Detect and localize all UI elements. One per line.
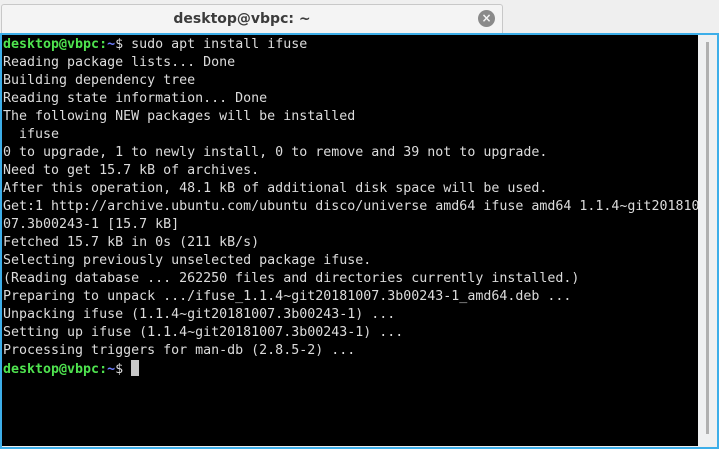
- prompt-user-host: desktop@vbpc: [3, 362, 100, 377]
- scrollbar-thumb[interactable]: [706, 42, 709, 434]
- output-line: The following NEW packages will be insta…: [3, 109, 356, 124]
- active-prompt[interactable]: desktop@vbpc:~$: [3, 360, 698, 378]
- terminal-output[interactable]: desktop@vbpc:~$ sudo apt install ifuse R…: [2, 35, 700, 446]
- command-line: desktop@vbpc:~$ sudo apt install ifuse: [3, 36, 698, 54]
- prompt-path: ~: [107, 362, 116, 377]
- prompt-user-host: desktop@vbpc: [3, 37, 100, 52]
- output-line: ifuse: [3, 127, 60, 142]
- command-text: sudo apt install ifuse: [123, 37, 308, 52]
- tab-bar: desktop@vbpc: ~ ×: [0, 0, 719, 34]
- output-line: Selecting previously unselected package …: [3, 253, 372, 268]
- output-line: Preparing to unpack .../ifuse_1.1.4~git2…: [3, 289, 572, 304]
- prompt-path: ~: [107, 37, 116, 52]
- prompt-symbol: $: [115, 37, 124, 52]
- output-line: Get:1 http://archive.ubuntu.com/ubuntu d…: [3, 199, 700, 214]
- output-line: 0 to upgrade, 1 to newly install, 0 to r…: [3, 145, 548, 160]
- output-line: (Reading database ... 262250 files and d…: [3, 271, 580, 286]
- output-line: Need to get 15.7 kB of archives.: [3, 163, 260, 178]
- output-line: Fetched 15.7 kB in 0s (211 kB/s): [3, 235, 260, 250]
- prompt-symbol: $: [115, 362, 124, 377]
- output-line: 07.3b00243-1 [15.7 kB]: [3, 217, 180, 232]
- output-line: Processing triggers for man-db (2.8.5-2)…: [3, 343, 356, 358]
- output-line: After this operation, 48.1 kB of additio…: [3, 181, 548, 196]
- output-line: Reading package lists... Done: [3, 55, 236, 70]
- output-line: Unpacking ifuse (1.1.4~git20181007.3b002…: [3, 307, 396, 322]
- prompt-colon: :: [99, 37, 108, 52]
- close-tab-icon[interactable]: ×: [478, 10, 495, 27]
- output-block: Reading package lists... Done Building de…: [3, 54, 700, 360]
- output-line: Building dependency tree: [3, 73, 196, 88]
- prompt-colon: :: [99, 362, 108, 377]
- output-line: Reading state information... Done: [3, 91, 268, 106]
- tab-terminal[interactable]: desktop@vbpc: ~ ×: [1, 4, 503, 34]
- tab-title: desktop@vbpc: ~: [173, 11, 311, 27]
- output-line: Setting up ifuse (1.1.4~git20181007.3b00…: [3, 325, 404, 340]
- scrollbar[interactable]: [698, 35, 717, 446]
- text-cursor: [131, 360, 140, 376]
